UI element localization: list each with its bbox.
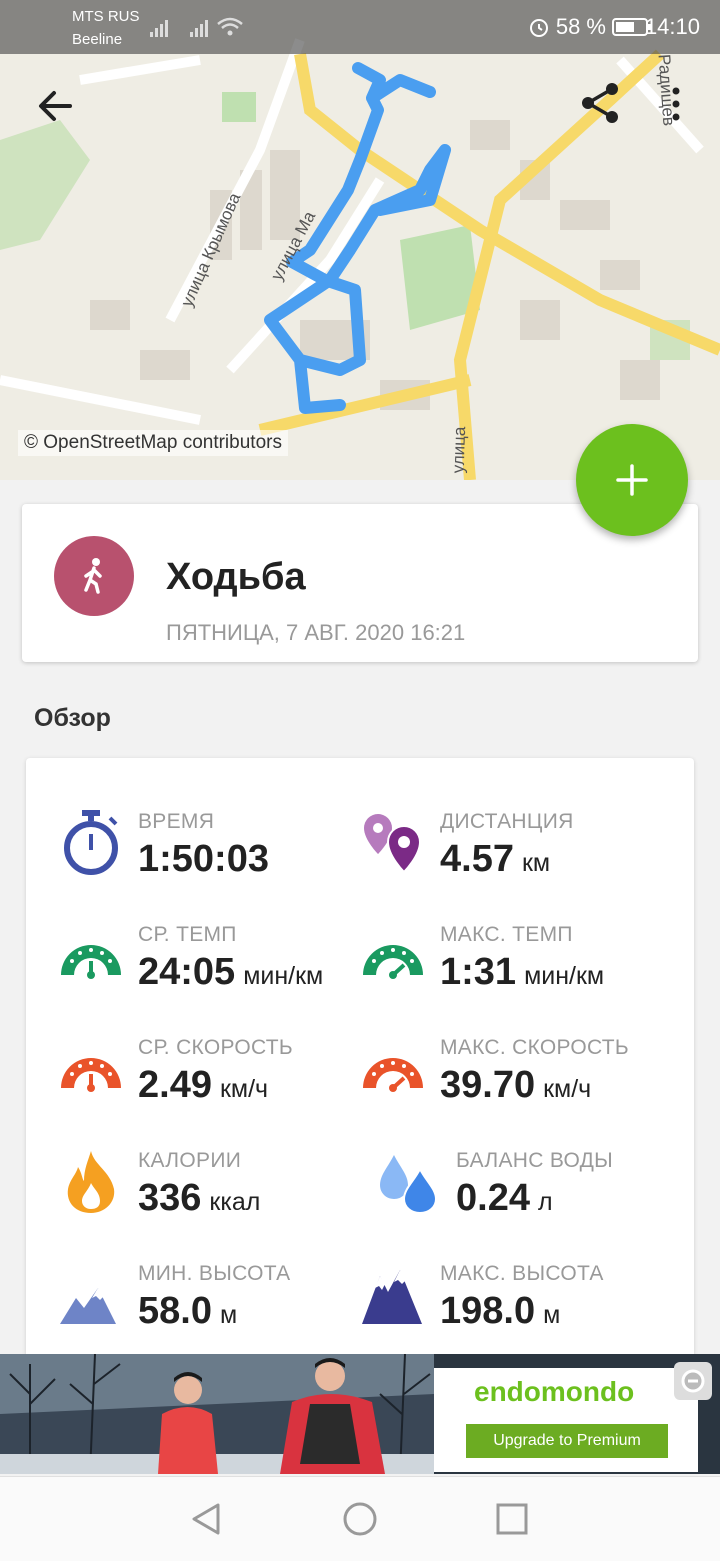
stat-label: СР. СКОРОСТЬ: [138, 1036, 293, 1059]
carrier-primary: MTS RUS: [72, 8, 140, 25]
system-nav-bar: [0, 1476, 720, 1561]
back-arrow-icon[interactable]: [34, 84, 78, 128]
stat-value: 24:05 мин/км: [138, 951, 324, 993]
stat-label: СР. ТЕМП: [138, 923, 237, 946]
nav-home-icon[interactable]: [342, 1501, 378, 1537]
flame-icon: [67, 1151, 115, 1213]
stat-value: 1:50:03: [138, 838, 269, 880]
share-icon[interactable]: [578, 80, 624, 126]
stat-value: 2.49 км/ч: [138, 1064, 269, 1106]
stat-label: БАЛАНС ВОДЫ: [456, 1149, 614, 1172]
map-attribution: © OpenStreetMap contributors: [18, 430, 288, 456]
route-map[interactable]: улица Крымова улица Ма улица Радищев © O…: [0, 0, 720, 480]
battery-status: 58 %: [528, 14, 652, 40]
stat-label: МИН. ВЫСОТА: [138, 1262, 291, 1285]
max-altitude-mountains-icon: [362, 1270, 422, 1324]
stat-label: ВРЕМЯ: [138, 810, 215, 833]
stat-value: 39.70 км/ч: [440, 1064, 592, 1106]
stat-value: 0.24 л: [456, 1177, 553, 1219]
stat-value: 1:31 мин/км: [440, 951, 605, 993]
clock: 14:10: [644, 14, 700, 39]
plus-icon: [616, 464, 648, 496]
street-label-bottom: улица: [448, 426, 470, 474]
water-drops-icon: [380, 1155, 438, 1215]
activity-title: Ходьба: [166, 556, 306, 598]
stat-label: МАКС. СКОРОСТЬ: [440, 1036, 629, 1059]
ad-banner[interactable]: endomondo Upgrade to Premium: [0, 1354, 720, 1474]
min-altitude-mountains-icon: [60, 1288, 116, 1324]
battery-percent: 58 %: [555, 14, 606, 39]
max-speed-gauge-icon: [363, 1058, 423, 1092]
more-options-icon[interactable]: [664, 84, 688, 128]
add-button[interactable]: [576, 424, 688, 536]
avg-speed-gauge-icon: [61, 1058, 121, 1092]
status-bar: MTS RUS Beeline 58 % 14:10: [0, 0, 720, 54]
ad-promo-panel: endomondo Upgrade to Premium: [434, 1368, 698, 1472]
walking-icon: [54, 536, 134, 616]
location-pins-icon: [364, 814, 422, 874]
map-canvas: [0, 0, 720, 480]
stat-value: 198.0 м: [440, 1290, 561, 1332]
stat-label: КАЛОРИИ: [138, 1149, 242, 1172]
stat-label: ДИСТАНЦИЯ: [440, 810, 574, 833]
overview-card: ВРЕМЯ 1:50:03 ДИСТАНЦИЯ 4.57 км СР. ТЕМП …: [26, 758, 694, 1358]
endomondo-logo: endomondo: [474, 1376, 635, 1407]
stopwatch-icon: [64, 810, 118, 875]
ad-runners-image: [0, 1354, 434, 1474]
alarm-icon: [529, 19, 548, 37]
signal-wifi-icon: [150, 17, 243, 37]
max-pace-gauge-icon: [363, 945, 423, 979]
stat-value: 4.57 км: [440, 838, 551, 880]
nav-recents-icon[interactable]: [494, 1501, 530, 1537]
ad-choices-icon[interactable]: [674, 1362, 712, 1400]
stat-label: МАКС. ВЫСОТА: [440, 1262, 604, 1285]
upgrade-premium-button[interactable]: Upgrade to Premium: [466, 1424, 668, 1458]
activity-card: Ходьба ПЯТНИЦА, 7 АВГ. 2020 16:21: [22, 504, 698, 662]
activity-date: ПЯТНИЦА, 7 АВГ. 2020 16:21: [166, 620, 466, 645]
stat-value: 58.0 м: [138, 1290, 238, 1332]
avg-pace-gauge-icon: [61, 945, 121, 979]
stat-value: 336 ккал: [138, 1177, 261, 1219]
overview-title: Обзор: [34, 704, 111, 732]
stat-label: МАКС. ТЕМП: [440, 923, 573, 946]
carrier-secondary: Beeline: [72, 31, 123, 48]
nav-back-icon[interactable]: [188, 1501, 224, 1537]
